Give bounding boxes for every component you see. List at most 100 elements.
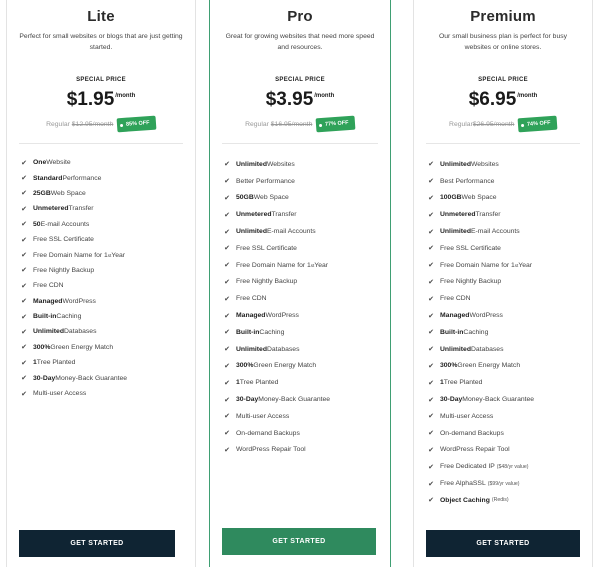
feature-item: ✔ Free Nightly Backup: [426, 274, 586, 291]
check-icon: ✔: [21, 267, 27, 275]
check-icon: ✔: [21, 390, 27, 398]
price-period: /month: [314, 93, 335, 99]
feature-item: ✔ WordPress Repair Tool: [426, 442, 586, 459]
check-icon: ✔: [21, 282, 27, 290]
feature-item: ✔ On-demand Backups: [426, 425, 586, 442]
feature-highlight: Unlimited: [236, 228, 267, 236]
feature-text: Multi-user Access: [440, 412, 494, 420]
feature-text: Tree Planted: [36, 359, 76, 367]
feature-item: ✔ Free Domain Name for 1st Year: [222, 257, 384, 274]
feature-item: ✔ Unmetered Transfer: [19, 201, 189, 216]
feature-text: Free AlphaSSL: [440, 480, 486, 488]
feature-text: Money-Back Guarantee: [462, 396, 535, 404]
discount-badge: 85% OFF: [116, 115, 157, 133]
get-started-button[interactable]: GET STARTED: [426, 530, 580, 557]
feature-text: Multi-user Access: [236, 412, 290, 420]
check-icon: ✔: [224, 312, 230, 320]
feature-highlight: Unmetered: [440, 211, 476, 219]
get-started-button[interactable]: GET STARTED: [19, 530, 175, 557]
check-icon: ✔: [428, 446, 434, 454]
feature-item: ✔ Multi-user Access: [19, 386, 189, 401]
plan-card-premium: Premium Our small business plan is perfec…: [413, 0, 593, 567]
check-icon: ✔: [224, 228, 230, 236]
check-icon: ✔: [224, 161, 230, 169]
feature-item: ✔ Free Nightly Backup: [222, 274, 384, 291]
feature-highlight: 300%: [236, 362, 254, 370]
divider: [222, 143, 378, 144]
plan-description: Our small business plan is perfect for b…: [438, 33, 568, 51]
feature-highlight: Unlimited: [440, 345, 471, 353]
price-period: /month: [517, 93, 538, 99]
feature-highlight: Built-in: [33, 313, 57, 321]
feature-text: WordPress: [469, 312, 503, 320]
feature-item: ✔ Managed WordPress: [426, 307, 586, 324]
feature-item: ✔ Built-in Caching: [222, 324, 384, 341]
feature-item: ✔ Free CDN: [222, 290, 384, 307]
plan-card-pro: Pro Great for growing websites that need …: [209, 0, 391, 567]
feature-item: ✔ 1 Tree Planted: [222, 374, 384, 391]
feature-highlight: Built-in: [440, 328, 464, 336]
check-icon: ✔: [428, 346, 434, 354]
regular-price-row: Regular $12.95/month 85% OFF: [7, 115, 195, 133]
regular-label: Regular: [46, 120, 72, 128]
check-icon: ✔: [428, 278, 434, 286]
feature-text: Free Domain Name for 1: [440, 261, 515, 269]
feature-item: ✔ Standard Performance: [19, 170, 189, 185]
check-icon: ✔: [21, 236, 27, 244]
regular-price-row: Regular $16.95/month 77% OFF: [210, 115, 390, 133]
feature-item: ✔ Free CDN: [19, 278, 189, 293]
feature-list: ✔ One Website ✔ Standard Performance ✔ 25GB W…: [19, 155, 189, 401]
feature-text: Websites: [470, 160, 499, 168]
check-icon: ✔: [428, 228, 434, 236]
price-amount: $6.95: [468, 89, 517, 110]
feature-highlight: Managed: [440, 312, 470, 320]
feature-text: Free Domain Name for 1: [33, 251, 108, 259]
feature-text: Web Space: [253, 194, 289, 202]
feature-text-tail: Year: [111, 251, 126, 259]
check-icon: ✔: [428, 194, 434, 202]
feature-item: ✔ Unmetered Transfer: [426, 206, 586, 223]
check-icon: ✔: [428, 245, 434, 253]
feature-note: (Redis): [491, 497, 509, 504]
feature-note: ($99/yr value): [487, 480, 520, 487]
feature-highlight: 30-Day: [33, 374, 56, 382]
feature-item: ✔ Free SSL Certificate: [426, 240, 586, 257]
feature-text: Free CDN: [440, 295, 471, 303]
feature-highlight: One: [33, 159, 47, 167]
plan-description: Great for growing websites that need mor…: [225, 33, 375, 51]
feature-item: ✔ Multi-user Access: [222, 408, 384, 425]
feature-item: ✔ Free Domain Name for 1st Year: [19, 247, 189, 262]
check-icon: ✔: [428, 379, 434, 387]
feature-item: ✔ Free Nightly Backup: [19, 263, 189, 278]
feature-highlight: Unmetered: [236, 211, 272, 219]
feature-text: Websites: [266, 160, 295, 168]
feature-text: Free SSL Certificate: [236, 244, 297, 252]
feature-item: ✔ 300% Green Energy Match: [426, 358, 586, 375]
check-icon: ✔: [224, 346, 230, 354]
feature-text: Transfer: [475, 211, 501, 219]
feature-text: Caching: [56, 313, 82, 321]
check-icon: ✔: [428, 211, 434, 219]
feature-highlight: 50GB: [236, 194, 254, 202]
feature-text: WordPress: [265, 312, 299, 320]
check-icon: ✔: [224, 396, 230, 404]
get-started-button[interactable]: GET STARTED: [222, 528, 376, 555]
feature-highlight: 25GB: [33, 189, 51, 197]
divider: [19, 143, 183, 144]
feature-highlight: Unlimited: [236, 345, 267, 353]
regular-label: Regular: [245, 120, 271, 128]
feature-item: ✔ Managed WordPress: [19, 294, 189, 309]
check-icon: ✔: [428, 497, 434, 505]
feature-text: Caching: [463, 328, 489, 336]
discount-badge: 77% OFF: [315, 115, 356, 133]
check-icon: ✔: [224, 194, 230, 202]
special-price-label: SPECIAL PRICE: [478, 77, 528, 83]
feature-item: ✔ Unlimited E-mail Accounts: [222, 223, 384, 240]
divider: [426, 143, 580, 144]
check-icon: ✔: [224, 278, 230, 286]
regular-price-value: $16.95/month: [270, 120, 313, 128]
check-icon: ✔: [428, 480, 434, 488]
check-icon: ✔: [21, 375, 27, 383]
feature-item: ✔ WordPress Repair Tool: [222, 442, 384, 459]
check-icon: ✔: [428, 262, 434, 270]
